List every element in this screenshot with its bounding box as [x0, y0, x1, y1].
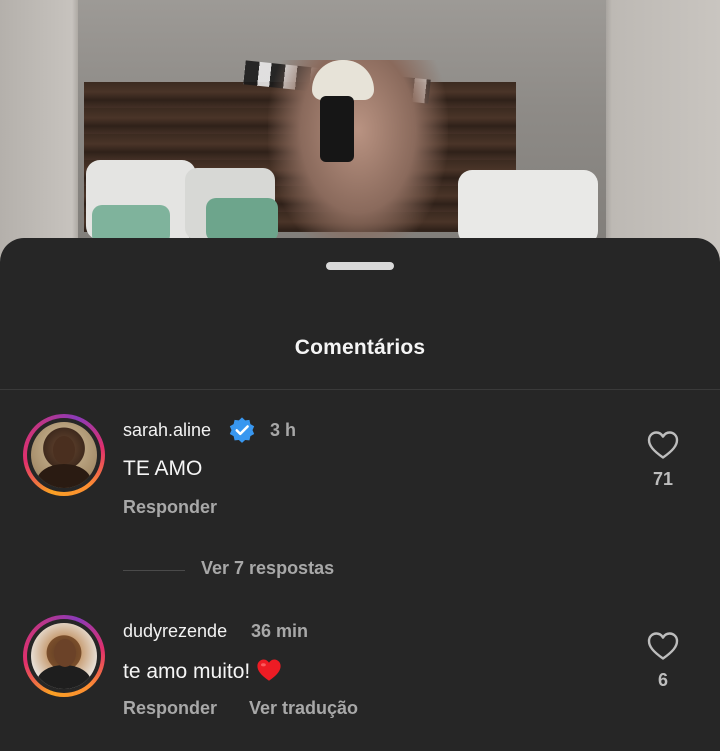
sheet-title: Comentários — [294, 336, 426, 359]
comment-text: te amo muito! — [123, 658, 282, 684]
view-replies-label[interactable]: Ver 7 respostas — [201, 558, 334, 579]
photo-phone — [320, 96, 354, 162]
comment-text-content: te amo muito! — [123, 660, 251, 683]
avatar-image — [31, 623, 97, 689]
comment-text: TE AMO — [123, 457, 203, 480]
view-replies[interactable]: Ver 7 respostas — [123, 558, 383, 582]
sheet-drag-handle[interactable] — [326, 262, 394, 270]
comment-time: 3 h — [270, 420, 297, 440]
comment-time: 36 min — [251, 621, 309, 641]
red-heart-emoji-icon — [257, 659, 281, 681]
reply-button[interactable]: Responder — [123, 497, 217, 518]
like-heart-icon[interactable] — [647, 430, 679, 460]
avatar-image — [31, 422, 97, 488]
avatar[interactable] — [23, 615, 105, 697]
sheet-divider — [0, 389, 720, 390]
comment-username[interactable]: sarah.aline — [123, 420, 211, 441]
post-photo — [0, 0, 720, 270]
like-count: 71 — [652, 469, 674, 489]
translate-button[interactable]: Ver tradução — [249, 698, 358, 719]
comment-username[interactable]: dudyrezende — [123, 621, 227, 642]
like-heart-icon[interactable] — [647, 631, 679, 661]
avatar[interactable] — [23, 414, 105, 496]
reply-button[interactable]: Responder — [123, 698, 217, 719]
replies-line — [123, 570, 185, 571]
verified-badge-icon — [229, 417, 255, 443]
photo-pillow — [458, 170, 598, 245]
comments-sheet: Comentários sarah.aline 3 h TE AMO Respo… — [0, 238, 720, 751]
like-count: 6 — [657, 670, 668, 690]
instagram-comments-screen: Comentários sarah.aline 3 h TE AMO Respo… — [0, 0, 720, 751]
